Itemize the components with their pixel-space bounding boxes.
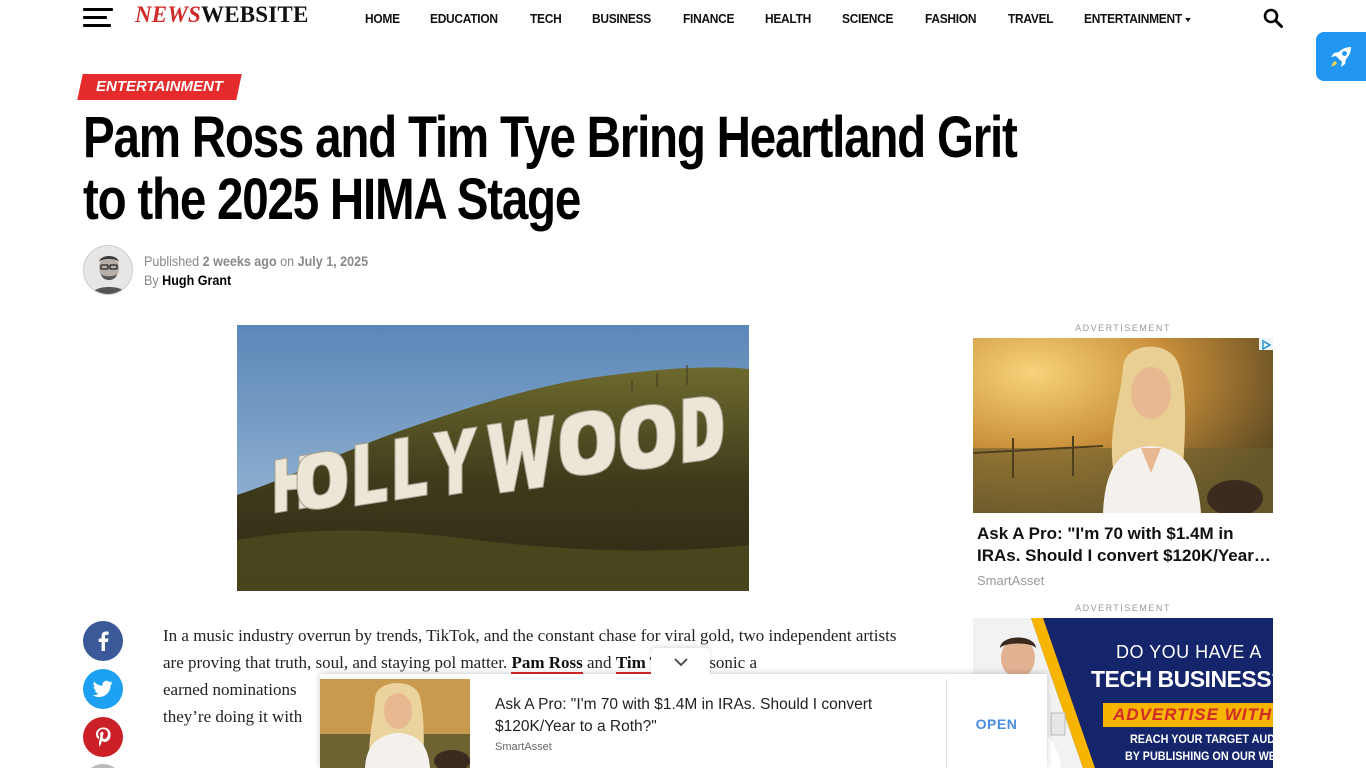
adchoices-icon[interactable]	[1259, 338, 1273, 351]
nav-item-science[interactable]: SCIENCE	[842, 11, 894, 26]
sticky-ad-bar: Ask A Pro: "I'm 70 with $1.4M in IRAs. S…	[320, 674, 1047, 768]
sticky-ad-image[interactable]	[320, 679, 470, 768]
nav-item-business[interactable]: BUSINESS	[592, 11, 651, 26]
chevron-down-icon	[1185, 17, 1192, 22]
nav-item-health[interactable]: HEALTH	[765, 11, 811, 26]
avatar[interactable]	[83, 245, 133, 295]
author-link[interactable]: Hugh Grant	[162, 273, 231, 288]
more-share-button[interactable]	[83, 764, 123, 768]
hero-image	[237, 325, 749, 591]
nav-item-education[interactable]: EDUCATION	[430, 11, 498, 26]
facebook-share-button[interactable]	[83, 621, 123, 661]
site-logo[interactable]: NEWSWEBSITE	[135, 2, 309, 28]
sidebar-ad-source: SmartAsset	[977, 573, 1045, 588]
nav-item-finance[interactable]: FINANCE	[683, 11, 735, 26]
nav-item-entertainment[interactable]: ENTERTAINMENT	[1084, 11, 1192, 26]
sticky-ad-headline[interactable]: Ask A Pro: "I'm 70 with $1.4M in IRAs. S…	[495, 694, 935, 738]
menu-icon[interactable]	[83, 8, 113, 28]
advertisement-label: ADVERTISEMENT	[1075, 323, 1171, 333]
sidebar-ad-headline[interactable]: Ask A Pro: "I'm 70 with $1.4M in IRAs. S…	[977, 523, 1273, 567]
nav-item-fashion[interactable]: FASHION	[925, 11, 977, 26]
open-button[interactable]: OPEN	[946, 679, 1047, 768]
collapse-ad-button[interactable]	[651, 648, 710, 676]
sidebar-ad-image[interactable]	[973, 338, 1273, 513]
article-byline: Published 2 weeks ago on July 1, 2025 By…	[144, 254, 369, 288]
nav-item-home[interactable]: HOME	[365, 11, 400, 26]
category-badge[interactable]: ENTERTAINMENT	[77, 74, 242, 100]
twitter-icon	[93, 680, 113, 697]
nav-item-tech[interactable]: TECH	[530, 11, 562, 26]
advertisement-label: ADVERTISEMENT	[1075, 603, 1171, 613]
facebook-icon	[98, 631, 109, 651]
pinterest-icon	[96, 727, 111, 747]
nav-item-travel[interactable]: TRAVEL	[1008, 11, 1054, 26]
article-title: Pam Ross and Tim Tye Bring Heartland Gri…	[83, 105, 1018, 232]
link-pam-ross[interactable]: Pam Ross	[511, 653, 583, 675]
sticky-ad-source: SmartAsset	[495, 741, 552, 753]
chevron-down-icon	[673, 657, 688, 666]
rocket-icon[interactable]	[1316, 32, 1366, 81]
site-header: NEWSWEBSITE HOME EDUCATION TECH BUSINESS…	[0, 0, 1366, 40]
pinterest-share-button[interactable]	[83, 717, 123, 757]
main-nav: HOME EDUCATION TECH BUSINESS FINANCE HEA…	[365, 11, 1227, 26]
twitter-share-button[interactable]	[83, 669, 123, 709]
search-icon[interactable]	[1263, 8, 1283, 28]
